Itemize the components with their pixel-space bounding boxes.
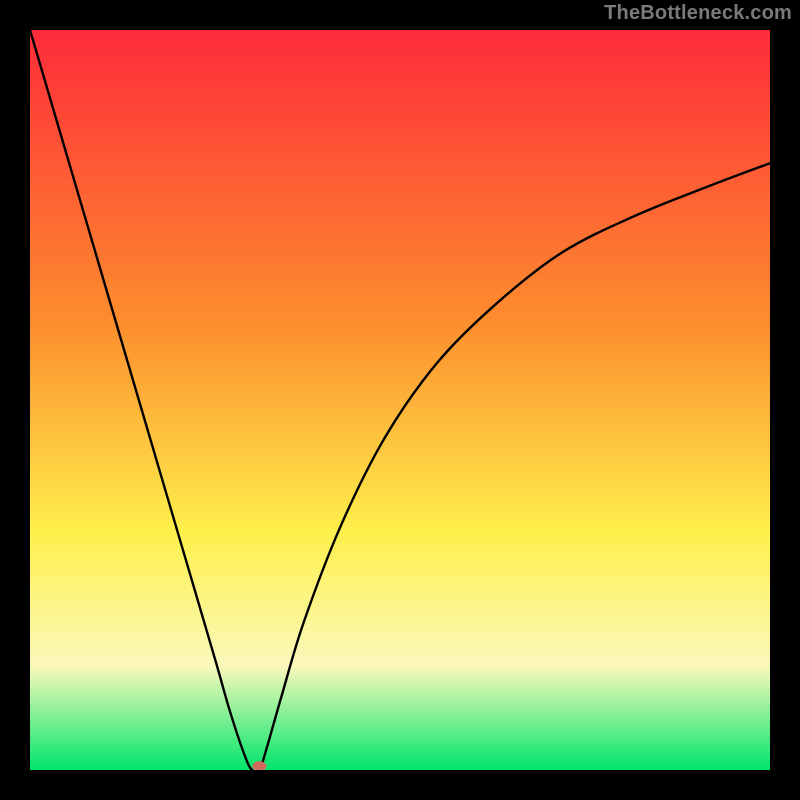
bottleneck-chart [30,30,770,770]
plot-area [30,30,770,770]
chart-frame: TheBottleneck.com [0,0,800,800]
gradient-background [30,30,770,770]
watermark-text: TheBottleneck.com [604,2,792,25]
